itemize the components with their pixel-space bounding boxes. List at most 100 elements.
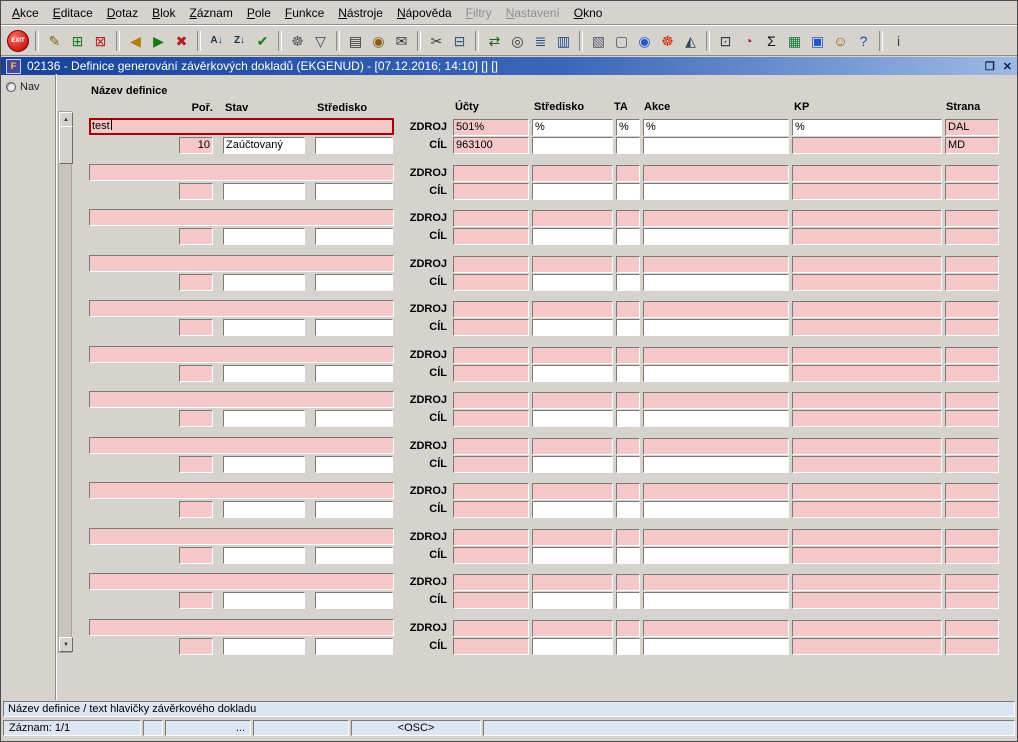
cil-stredisko-field[interactable] [532,365,613,382]
cil-ta-field[interactable] [616,228,640,245]
cil-ucty-field[interactable] [453,638,529,655]
zdroj-ta-field[interactable] [616,574,640,591]
zdroj-akce-field[interactable]: % [643,119,789,136]
zdroj-kp-field[interactable] [792,483,942,500]
nazev-definice-field[interactable] [89,573,394,590]
zdroj-strana-field[interactable] [945,574,999,591]
stredisko-field[interactable] [315,228,393,245]
cil-stredisko-field[interactable] [532,592,613,609]
stav-field[interactable] [223,410,305,427]
zdroj-strana-field[interactable] [945,301,999,318]
zdroj-strana-field[interactable] [945,620,999,637]
cil-akce-field[interactable] [643,137,789,154]
zdroj-strana-field[interactable] [945,392,999,409]
poradi-field[interactable] [179,547,213,564]
cil-akce-field[interactable] [643,638,789,655]
cil-kp-field[interactable] [792,274,942,291]
cil-ta-field[interactable] [616,137,640,154]
stav-field[interactable] [223,592,305,609]
zdroj-stredisko-field[interactable] [532,483,613,500]
nazev-definice-field[interactable] [89,391,394,408]
zdroj-akce-field[interactable] [643,483,789,500]
zdroj-ta-field[interactable] [616,347,640,364]
poradi-field[interactable]: 10 [179,137,213,154]
zdroj-strana-field[interactable] [945,347,999,364]
poradi-field[interactable] [179,638,213,655]
cil-ta-field[interactable] [616,501,640,518]
zdroj-strana-field[interactable] [945,210,999,227]
zdroj-ta-field[interactable] [616,210,640,227]
zdroj-ta-field[interactable] [616,256,640,273]
zdroj-akce-field[interactable] [643,574,789,591]
cil-akce-field[interactable] [643,456,789,473]
nazev-definice-field[interactable] [89,528,394,545]
nazev-definice-field[interactable] [89,209,394,226]
cil-kp-field[interactable] [792,183,942,200]
zdroj-akce-field[interactable] [643,438,789,455]
cil-stredisko-field[interactable] [532,183,613,200]
zdroj-ucty-field[interactable] [453,301,529,318]
cil-strana-field[interactable] [945,501,999,518]
cil-akce-field[interactable] [643,501,789,518]
nazev-definice-field[interactable] [89,482,394,499]
zdroj-ta-field[interactable] [616,301,640,318]
zdroj-stredisko-field[interactable] [532,529,613,546]
cil-ucty-field[interactable] [453,501,529,518]
cil-akce-field[interactable] [643,319,789,336]
cil-ucty-field[interactable] [453,592,529,609]
stav-field[interactable] [223,274,305,291]
poradi-field[interactable] [179,501,213,518]
zdroj-ucty-field[interactable] [453,483,529,500]
zdroj-kp-field[interactable] [792,256,942,273]
stredisko-field[interactable] [315,137,393,154]
zdroj-strana-field[interactable] [945,483,999,500]
cil-kp-field[interactable] [792,456,942,473]
zdroj-ucty-field[interactable] [453,347,529,364]
stav-field[interactable]: Zaúčtovaný [223,137,305,154]
zdroj-stredisko-field[interactable] [532,256,613,273]
cil-ta-field[interactable] [616,410,640,427]
cil-ucty-field[interactable] [453,319,529,336]
cil-kp-field[interactable] [792,228,942,245]
cil-strana-field[interactable] [945,365,999,382]
zdroj-strana-field[interactable] [945,165,999,182]
nazev-definice-field[interactable] [89,255,394,272]
stredisko-field[interactable] [315,501,393,518]
zdroj-stredisko-field[interactable]: % [532,119,613,136]
cil-akce-field[interactable] [643,592,789,609]
zdroj-ta-field[interactable] [616,165,640,182]
cil-kp-field[interactable] [792,592,942,609]
stredisko-field[interactable] [315,638,393,655]
stredisko-field[interactable] [315,319,393,336]
stredisko-field[interactable] [315,547,393,564]
cil-strana-field[interactable] [945,638,999,655]
stav-field[interactable] [223,456,305,473]
cil-stredisko-field[interactable] [532,319,613,336]
cil-akce-field[interactable] [643,365,789,382]
zdroj-akce-field[interactable] [643,256,789,273]
cil-ta-field[interactable] [616,592,640,609]
cil-ta-field[interactable] [616,456,640,473]
zdroj-ta-field[interactable] [616,392,640,409]
cil-ucty-field[interactable] [453,274,529,291]
stredisko-field[interactable] [315,183,393,200]
cil-akce-field[interactable] [643,228,789,245]
cil-stredisko-field[interactable] [532,410,613,427]
zdroj-ucty-field[interactable] [453,210,529,227]
cil-ucty-field[interactable]: 963100 [453,137,529,154]
cil-strana-field[interactable] [945,592,999,609]
zdroj-stredisko-field[interactable] [532,574,613,591]
zdroj-strana-field[interactable] [945,438,999,455]
zdroj-kp-field[interactable] [792,574,942,591]
stav-field[interactable] [223,319,305,336]
zdroj-ucty-field[interactable] [453,620,529,637]
zdroj-kp-field[interactable] [792,301,942,318]
cil-stredisko-field[interactable] [532,638,613,655]
zdroj-ucty-field[interactable] [453,256,529,273]
zdroj-ucty-field[interactable]: 501% [453,119,529,136]
poradi-field[interactable] [179,228,213,245]
cil-kp-field[interactable] [792,547,942,564]
nazev-definice-field[interactable] [89,346,394,363]
nazev-definice-field[interactable] [89,437,394,454]
stredisko-field[interactable] [315,410,393,427]
